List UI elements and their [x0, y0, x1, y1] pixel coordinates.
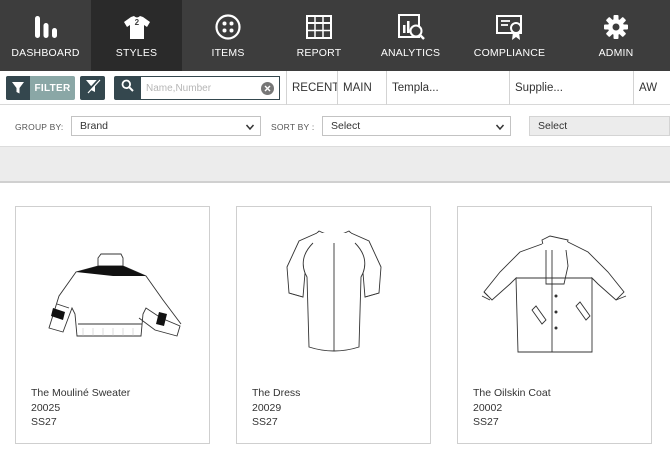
nav-styles-label: STYLES [115, 47, 158, 59]
top-navigation: DASHBOARD 2 STYLES ITEMS REPORT ANALYTIC… [0, 0, 670, 71]
style-season: SS27 [31, 416, 57, 428]
nav-analytics-label: ANALYTICS [380, 47, 441, 59]
gear-icon [601, 13, 631, 41]
style-card-meta: The Mouliné Sweater 20025 SS27 [31, 386, 130, 430]
nav-items[interactable]: ITEMS [182, 0, 274, 71]
nav-admin[interactable]: ADMIN [562, 0, 670, 71]
chevron-down-icon [495, 122, 505, 135]
style-number: 20025 [31, 401, 61, 414]
filter-button[interactable]: FILTER [6, 76, 75, 100]
nav-dashboard-label: DASHBOARD [11, 47, 80, 59]
third-select[interactable]: Select [529, 116, 670, 136]
group-by-value: Brand [80, 120, 109, 132]
group-by-label: GROUP BY: [15, 122, 64, 132]
filter-bar: FILTER RECENT MAIN Templa... Supplie... … [0, 71, 670, 105]
search-icon [121, 79, 134, 97]
tab-aw[interactable]: AW [633, 71, 670, 105]
button-icon [213, 13, 243, 41]
group-sort-bar: GROUP BY: Brand SORT BY : Select Select [0, 106, 670, 146]
search-button[interactable] [114, 76, 141, 100]
shirt-icon: 2 [122, 13, 152, 41]
style-card[interactable]: The Oilskin Coat 20002 SS27 [457, 206, 652, 444]
tab-recent[interactable]: RECENT [286, 71, 337, 105]
style-season: SS27 [252, 416, 278, 428]
third-select-value: Select [538, 120, 568, 132]
style-card[interactable]: The Dress 20029 SS27 [236, 206, 431, 444]
nav-admin-label: ADMIN [598, 47, 634, 59]
search-input[interactable] [141, 76, 280, 100]
style-name: The Mouliné Sweater [31, 387, 131, 399]
sort-by-select[interactable]: Select [322, 116, 511, 136]
nav-report-label: REPORT [296, 47, 342, 59]
table-icon [304, 13, 334, 41]
styles-badge: 2 [134, 18, 139, 27]
tab-templates[interactable]: Templa... [386, 71, 509, 105]
nav-compliance-label: COMPLIANCE [473, 47, 546, 59]
style-card[interactable]: The Mouliné Sweater 20025 SS27 [15, 206, 210, 444]
style-card-meta: The Oilskin Coat 20002 SS27 [473, 386, 551, 430]
clear-search-icon[interactable] [261, 82, 274, 95]
coat-sketch [458, 219, 651, 374]
funnel-icon [6, 76, 30, 100]
group-header-bar [0, 146, 670, 183]
style-number: 20029 [252, 401, 282, 414]
style-name: The Dress [252, 387, 301, 399]
style-name: The Oilskin Coat [473, 387, 551, 399]
style-card-meta: The Dress 20029 SS27 [252, 386, 300, 430]
group-by-select[interactable]: Brand [71, 116, 261, 136]
analytics-icon [396, 13, 426, 41]
clear-filter-button[interactable] [80, 76, 105, 100]
nav-items-label: ITEMS [211, 47, 245, 59]
nav-analytics[interactable]: ANALYTICS [364, 0, 457, 71]
nav-dashboard[interactable]: DASHBOARD [0, 0, 91, 71]
chevron-down-icon [245, 122, 255, 135]
tab-suppliers[interactable]: Supplie... [509, 71, 633, 105]
nav-report[interactable]: REPORT [274, 0, 364, 71]
tab-strip: RECENT MAIN Templa... Supplie... AW [286, 71, 670, 105]
tab-main[interactable]: MAIN [337, 71, 386, 105]
sweater-sketch [16, 219, 209, 374]
funnel-clear-icon [85, 77, 101, 99]
nav-styles[interactable]: 2 STYLES [91, 0, 182, 71]
style-number: 20002 [473, 401, 503, 414]
sort-by-label: SORT BY : [271, 122, 315, 132]
filter-button-label: FILTER [34, 82, 71, 94]
sort-by-value: Select [331, 120, 361, 132]
style-season: SS27 [473, 416, 499, 428]
nav-compliance[interactable]: COMPLIANCE [457, 0, 562, 71]
bar-chart-icon [31, 13, 61, 41]
certificate-icon [495, 13, 525, 41]
dress-sketch [237, 219, 430, 374]
